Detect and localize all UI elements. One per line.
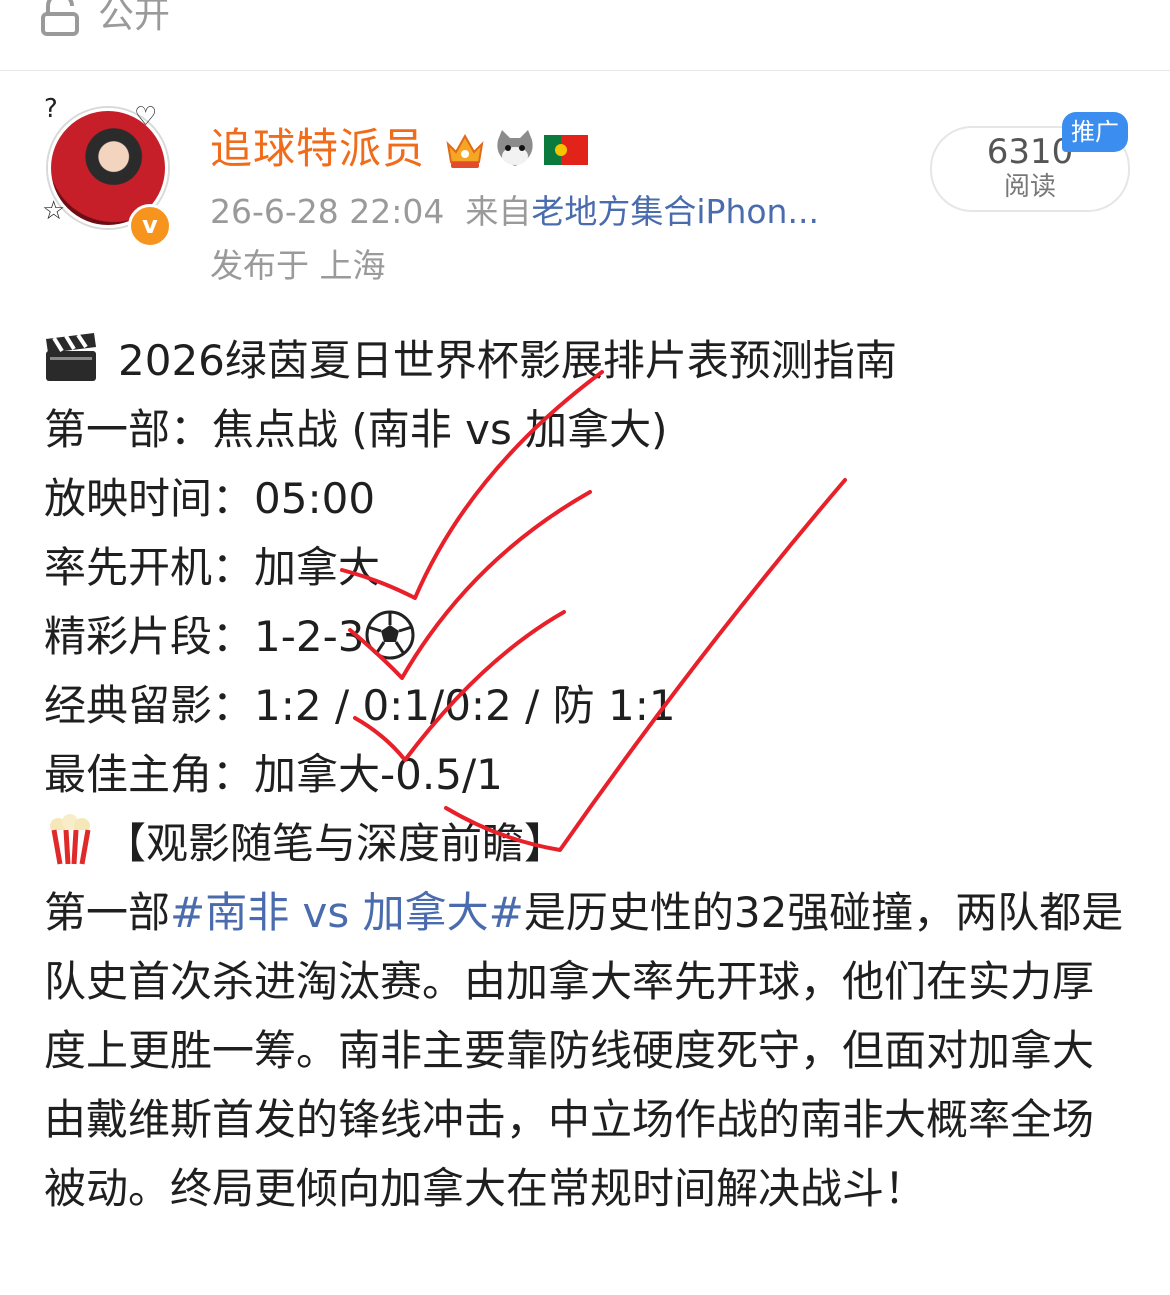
heart-icon: ♡ xyxy=(134,102,158,132)
section-heading: 【观影随笔与深度前瞻】 xyxy=(104,819,567,868)
post-body: 第一部#南非 vs 加拿大#是历史性的32强碰撞，两队都是队史首次杀进淘汰赛。由… xyxy=(44,878,1134,1223)
section-heading-line: 【观影随笔与深度前瞻】 xyxy=(44,809,1134,878)
top-bar: 公开 xyxy=(0,0,1170,71)
post-meta: 26-6-28 22:04 来自老地方集合iPhon... xyxy=(210,190,819,234)
post-title: 2026绿茵夏日世界杯影展排片表预测指南 xyxy=(118,336,897,385)
schedule-line: 最佳主角：加拿大-0.5/1 xyxy=(44,750,503,799)
clapperboard-icon xyxy=(46,333,96,381)
crown-icon[interactable] xyxy=(444,130,486,170)
schedule-line-highlights: 精彩片段：1-2-3 xyxy=(44,602,1134,671)
username[interactable]: 追球特派员 xyxy=(210,122,425,176)
location: 发布于 上海 xyxy=(210,246,386,285)
source-link[interactable]: 老地方集合iPhon... xyxy=(531,192,819,231)
portugal-flag-icon xyxy=(544,135,588,165)
popcorn-icon xyxy=(50,814,92,865)
star-icon: ☆ xyxy=(42,196,66,226)
schedule-line-text: 精彩片段：1-2-3 xyxy=(44,612,365,661)
source-prefix: 来自 xyxy=(465,192,532,231)
soccer-ball-icon xyxy=(365,610,415,660)
post-title-line: 2026绿茵夏日世界杯影展排片表预测指南 xyxy=(44,326,1134,395)
schedule-line: 放映时间：05:00 xyxy=(44,474,376,523)
timestamp: 26-6-28 22:04 xyxy=(210,192,445,231)
visibility-label: 公开 xyxy=(98,0,171,36)
sparkle-icon: ? xyxy=(44,94,58,124)
promo-tag[interactable]: 推广 xyxy=(1062,112,1128,152)
verified-badge-icon: v xyxy=(128,204,172,248)
schedule-line: 经典留影：1:2 / 0:1/0:2 / 防 1:1 xyxy=(44,681,676,730)
schedule-line: 第一部：焦点战 (南非 vs 加拿大) xyxy=(44,405,668,454)
post-content: 2026绿茵夏日世界杯影展排片表预测指南 第一部：焦点战 (南非 vs 加拿大)… xyxy=(44,326,1134,1223)
body-prefix: 第一部 xyxy=(44,888,171,937)
hashtag-link[interactable]: #南非 vs 加拿大# xyxy=(170,888,524,937)
read-label: 阅读 xyxy=(1003,172,1056,202)
cat-icon[interactable] xyxy=(492,128,538,170)
lock-icon xyxy=(41,0,79,36)
schedule-line: 率先开机：加拿大 xyxy=(44,543,381,592)
